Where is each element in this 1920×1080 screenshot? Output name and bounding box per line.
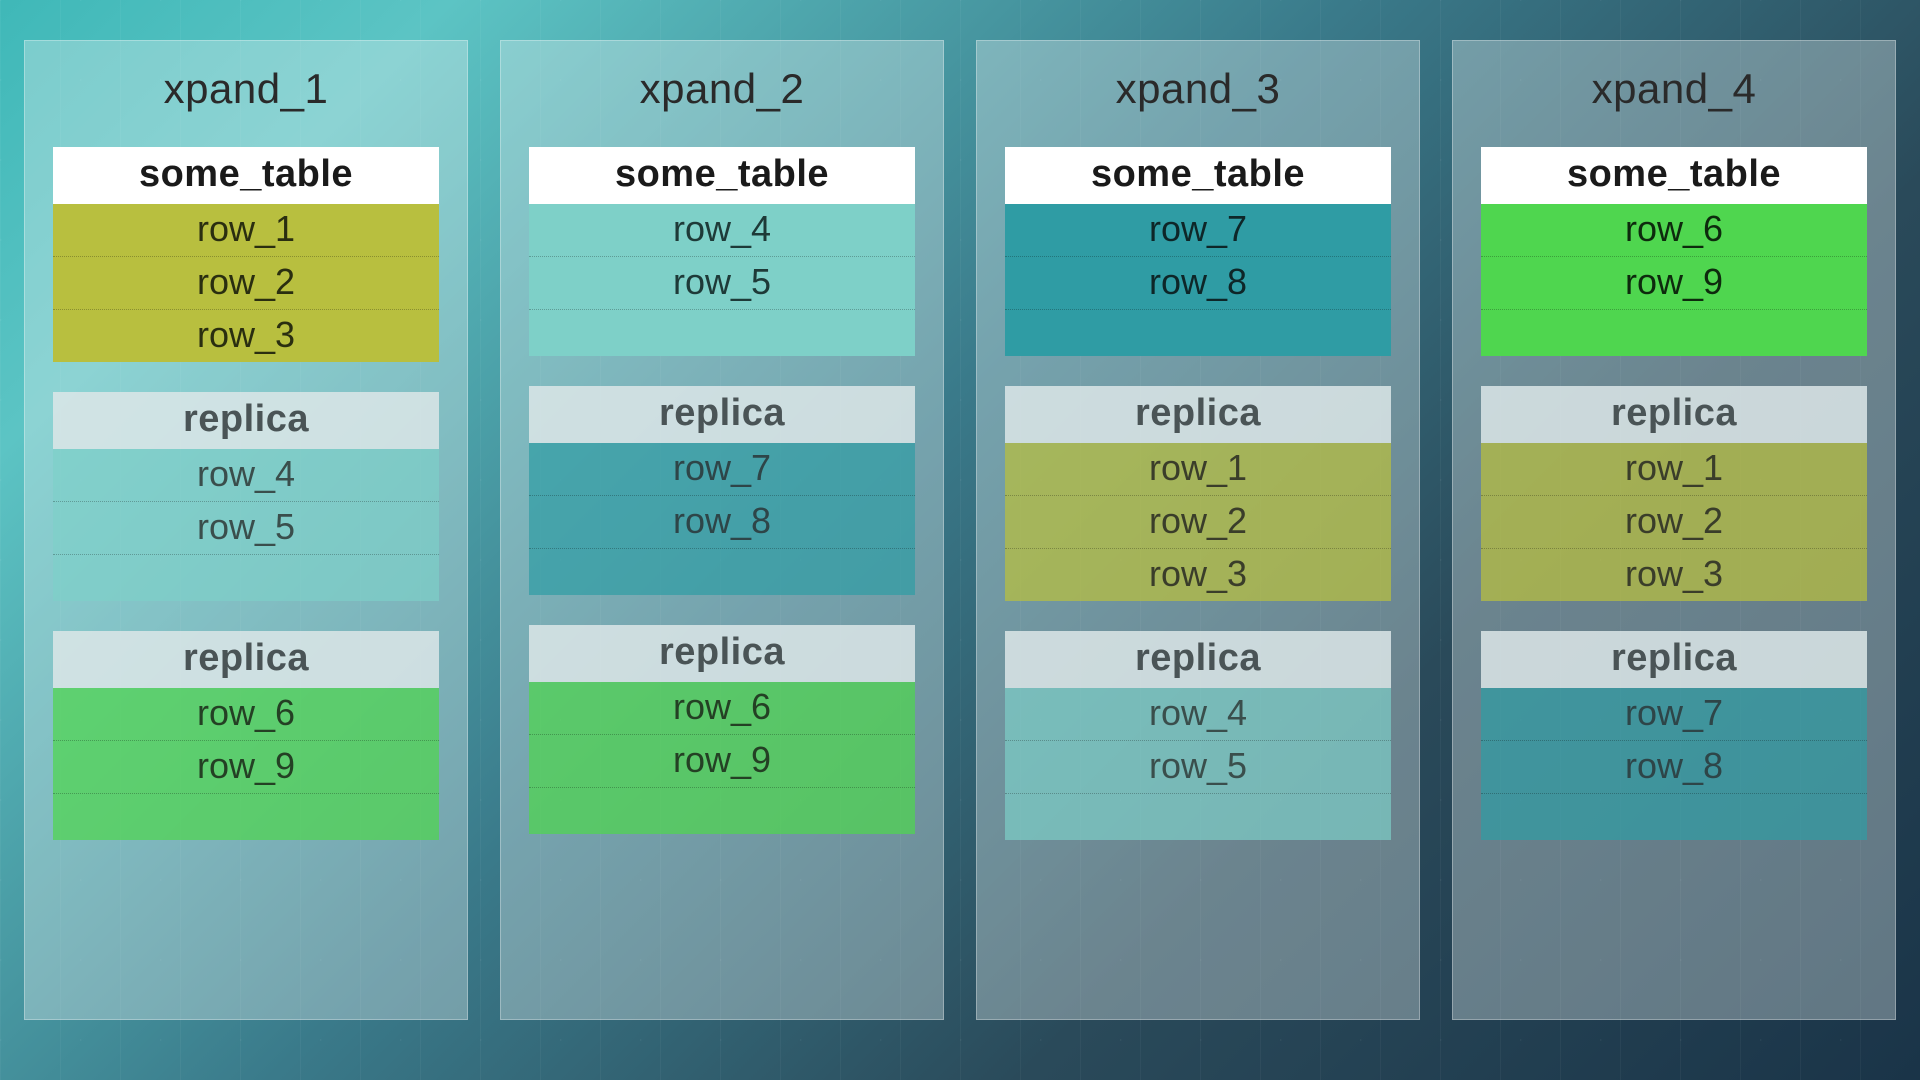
data-row: row_8 (1481, 741, 1867, 794)
row-pad (53, 794, 439, 840)
data-row: row_3 (53, 310, 439, 362)
data-row: row_3 (1481, 549, 1867, 601)
data-row: row_4 (529, 204, 915, 257)
data-row: row_6 (529, 682, 915, 735)
data-row: row_8 (1005, 257, 1391, 310)
row-group: row_4row_5 (1005, 688, 1391, 840)
primary-block: some_tablerow_1row_2row_3 (53, 147, 439, 362)
data-row: row_7 (1005, 204, 1391, 257)
primary-header: some_table (529, 147, 915, 204)
row-pad (529, 549, 915, 595)
row-group: row_6row_9 (1481, 204, 1867, 356)
replica-header: replica (1005, 631, 1391, 688)
row-pad (53, 555, 439, 601)
row-group: row_7row_8 (1005, 204, 1391, 356)
node-title: xpand_4 (1481, 65, 1867, 113)
node-title: xpand_1 (53, 65, 439, 113)
node-column: xpand_1some_tablerow_1row_2row_3replicar… (24, 40, 468, 1020)
row-group: row_1row_2row_3 (1005, 443, 1391, 601)
row-group: row_7row_8 (529, 443, 915, 595)
primary-header: some_table (1005, 147, 1391, 204)
row-pad (529, 310, 915, 356)
node-title: xpand_2 (529, 65, 915, 113)
row-pad (1005, 310, 1391, 356)
row-group: row_4row_5 (53, 449, 439, 601)
data-row: row_6 (53, 688, 439, 741)
data-row: row_7 (1481, 688, 1867, 741)
data-row: row_3 (1005, 549, 1391, 601)
node-title: xpand_3 (1005, 65, 1391, 113)
replica-block: replicarow_1row_2row_3 (1005, 386, 1391, 601)
row-group: row_6row_9 (529, 682, 915, 834)
replica-header: replica (529, 625, 915, 682)
replica-block: replicarow_7row_8 (1481, 631, 1867, 840)
replica-block: replicarow_1row_2row_3 (1481, 386, 1867, 601)
data-row: row_8 (529, 496, 915, 549)
node-column: xpand_2some_tablerow_4row_5replicarow_7r… (500, 40, 944, 1020)
replica-block: replicarow_6row_9 (529, 625, 915, 834)
replica-block: replicarow_4row_5 (53, 392, 439, 601)
row-pad (1005, 794, 1391, 840)
data-row: row_1 (1481, 443, 1867, 496)
data-row: row_7 (529, 443, 915, 496)
replica-header: replica (53, 392, 439, 449)
primary-header: some_table (53, 147, 439, 204)
data-row: row_6 (1481, 204, 1867, 257)
replica-header: replica (529, 386, 915, 443)
row-group: row_6row_9 (53, 688, 439, 840)
row-group: row_1row_2row_3 (53, 204, 439, 362)
node-column: xpand_4some_tablerow_6row_9replicarow_1r… (1452, 40, 1896, 1020)
primary-block: some_tablerow_6row_9 (1481, 147, 1867, 356)
row-pad (529, 788, 915, 834)
data-row: row_2 (1481, 496, 1867, 549)
replica-block: replicarow_4row_5 (1005, 631, 1391, 840)
row-group: row_4row_5 (529, 204, 915, 356)
primary-block: some_tablerow_4row_5 (529, 147, 915, 356)
row-group: row_7row_8 (1481, 688, 1867, 840)
replica-block: replicarow_7row_8 (529, 386, 915, 595)
node-column: xpand_3some_tablerow_7row_8replicarow_1r… (976, 40, 1420, 1020)
data-row: row_4 (1005, 688, 1391, 741)
row-group: row_1row_2row_3 (1481, 443, 1867, 601)
replica-header: replica (53, 631, 439, 688)
replica-header: replica (1481, 631, 1867, 688)
data-row: row_5 (53, 502, 439, 555)
data-row: row_4 (53, 449, 439, 502)
data-row: row_9 (529, 735, 915, 788)
data-row: row_1 (1005, 443, 1391, 496)
data-row: row_5 (529, 257, 915, 310)
data-row: row_5 (1005, 741, 1391, 794)
data-row: row_2 (1005, 496, 1391, 549)
replica-header: replica (1481, 386, 1867, 443)
primary-block: some_tablerow_7row_8 (1005, 147, 1391, 356)
row-pad (1481, 310, 1867, 356)
row-pad (1481, 794, 1867, 840)
replica-header: replica (1005, 386, 1391, 443)
data-row: row_2 (53, 257, 439, 310)
replica-block: replicarow_6row_9 (53, 631, 439, 840)
primary-header: some_table (1481, 147, 1867, 204)
data-row: row_9 (53, 741, 439, 794)
data-row: row_9 (1481, 257, 1867, 310)
diagram-stage: xpand_1some_tablerow_1row_2row_3replicar… (0, 0, 1920, 1080)
data-row: row_1 (53, 204, 439, 257)
